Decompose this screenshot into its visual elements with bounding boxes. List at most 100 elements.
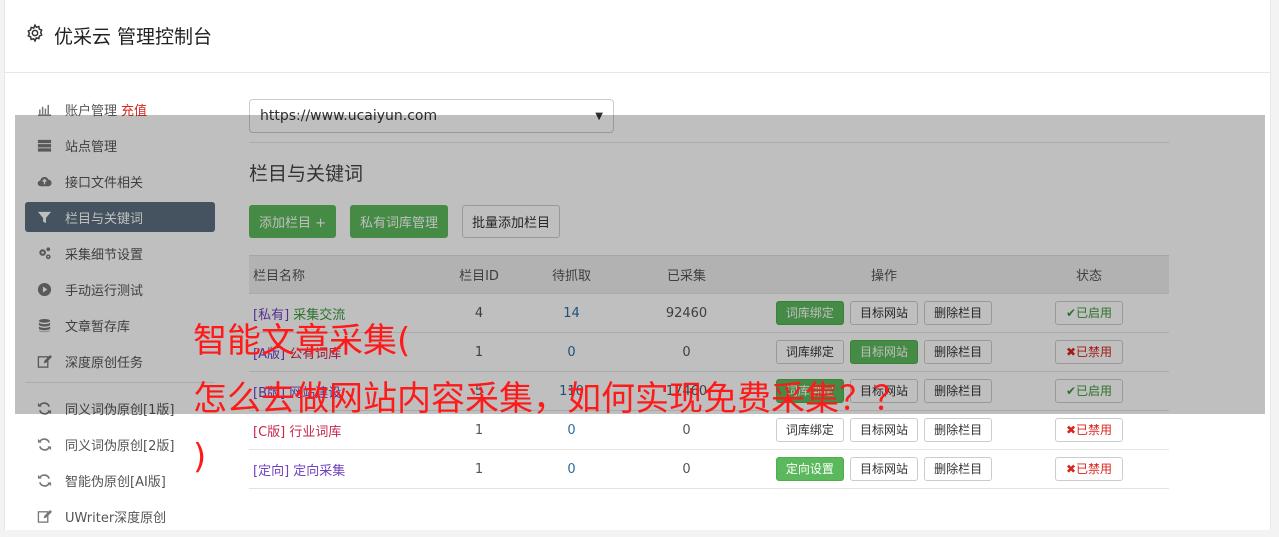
col-header-collected: 已采集 [614, 255, 759, 294]
pending-count[interactable]: 0 [529, 449, 614, 489]
status-disabled-button[interactable]: ✖已禁用 [1054, 457, 1124, 481]
col-header-status: 状态 [1009, 255, 1169, 294]
column-id: 1 [429, 332, 529, 372]
actions-cell: 词库绑定 目标网站 删除栏目 [759, 371, 1009, 411]
sidebar-item-manual-test[interactable]: 手动运行测试 [25, 274, 215, 304]
delete-column-button[interactable]: 删除栏目 [924, 340, 993, 364]
status-enabled-button[interactable]: ✔已启用 [1054, 379, 1124, 403]
status-cell: ✔已启用 [1009, 371, 1169, 411]
columns-table: 栏目名称 栏目ID 待抓取 已采集 操作 状态 [私有] 采集交流 4 14 9… [249, 255, 1169, 489]
status-disabled-button[interactable]: ✖已禁用 [1054, 418, 1124, 442]
column-name[interactable]: 公有词库 [289, 347, 341, 362]
cogs-icon [36, 245, 52, 261]
private-lib-button[interactable]: 私有词库管理 [350, 205, 449, 238]
sidebar-item-label: UWriter深度原创 [65, 510, 167, 526]
table-row: [定向] 定向采集 1 0 0 定向设置 目标网站 删除栏目 ✖已禁用 [249, 449, 1169, 489]
filter-icon [36, 209, 52, 225]
column-name-cell[interactable]: [B版] 网站建设 [249, 371, 429, 411]
edit-icon [36, 508, 52, 524]
col-header-name: 栏目名称 [249, 255, 429, 294]
top-header: 优采云 管理控制台 [5, 0, 1270, 73]
pending-count[interactable]: 14 [529, 293, 614, 333]
target-site-button[interactable]: 目标网站 [849, 457, 918, 481]
pending-count[interactable]: 0 [529, 410, 614, 450]
site-select-value: https://www.ucaiyun.com [260, 108, 438, 124]
column-tag: [C版] [253, 424, 286, 440]
sidebar-item-label: 账户管理 [65, 103, 118, 119]
add-column-button[interactable]: 添加栏目 + [249, 205, 337, 238]
main-content: https://www.ucaiyun.com ▼ 栏目与关键词 添加栏目 + … [249, 99, 1169, 489]
status-cell: ✔已启用 [1009, 293, 1169, 333]
bind-lexicon-button[interactable]: 词库绑定 [775, 379, 844, 403]
pending-count[interactable]: 0 [529, 332, 614, 372]
delete-column-button[interactable]: 删除栏目 [924, 457, 993, 481]
column-name-cell[interactable]: [定向] 定向采集 [249, 449, 429, 489]
delete-column-button[interactable]: 删除栏目 [924, 379, 993, 403]
sidebar-item-account[interactable]: 账户管理 充值 [25, 94, 215, 124]
sidebar-item-collect-settings[interactable]: 采集细节设置 [25, 238, 215, 268]
column-name-cell[interactable]: [A版] 公有词库 [249, 332, 429, 372]
column-id: 4 [429, 293, 529, 333]
status-label: 已启用 [1076, 306, 1113, 320]
sidebar-item-label: 文章暂存库 [65, 319, 131, 335]
collected-count: 0 [614, 410, 759, 450]
refresh-icon [36, 472, 52, 488]
target-site-button[interactable]: 目标网站 [849, 418, 918, 442]
table-row: [B版] 网站建设 5 110 17460 词库绑定 目标网站 删除栏目 ✔已启… [249, 371, 1169, 411]
sidebar-item-columns-keywords[interactable]: 栏目与关键词 [25, 202, 215, 232]
sidebar-item-label: 同义词伪原创[1版] [65, 402, 175, 418]
sidebar-item-ai-rewrite[interactable]: 智能伪原创[AI版] [25, 465, 215, 495]
page-title: 优采云 管理控制台 [54, 26, 213, 48]
sidebar-divider [25, 382, 215, 383]
target-site-button[interactable]: 目标网站 [849, 340, 918, 364]
sidebar-item-deep-original[interactable]: 深度原创任务 [25, 346, 215, 376]
actions-cell: 词库绑定 目标网站 删除栏目 [759, 293, 1009, 333]
sidebar-item-label: 智能伪原创[AI版] [65, 474, 166, 490]
delete-column-button[interactable]: 删除栏目 [924, 301, 993, 325]
sidebar: 账户管理 充值 站点管理 接口文件相关 栏目与关键词 采集细节设置 手动运行测试… [25, 94, 215, 537]
sidebar-item-synonym-v2[interactable]: 同义词伪原创[2版] [25, 429, 215, 459]
column-tag: [私有] [253, 307, 290, 323]
site-select[interactable]: https://www.ucaiyun.com ▼ [249, 99, 614, 133]
sidebar-item-api-files[interactable]: 接口文件相关 [25, 166, 215, 196]
chevron-down-icon: ▼ [595, 110, 603, 122]
sidebar-item-synonym-v1[interactable]: 同义词伪原创[1版] [25, 393, 215, 423]
column-name[interactable]: 定向采集 [293, 464, 345, 479]
bind-lexicon-button[interactable]: 词库绑定 [775, 418, 844, 442]
status-disabled-button[interactable]: ✖已禁用 [1054, 340, 1124, 364]
column-name[interactable]: 采集交流 [293, 308, 345, 323]
targeted-settings-button[interactable]: 定向设置 [775, 457, 844, 481]
bar-chart-icon [36, 101, 52, 117]
status-label: 已禁用 [1076, 462, 1113, 476]
column-tag: [A版] [253, 346, 286, 362]
sidebar-item-article-store[interactable]: 文章暂存库 [25, 310, 215, 340]
column-id: 1 [429, 410, 529, 450]
bind-lexicon-button[interactable]: 词库绑定 [775, 301, 844, 325]
toolbar: 添加栏目 + 私有词库管理 批量添加栏目 [249, 205, 1169, 238]
target-site-button[interactable]: 目标网站 [849, 379, 918, 403]
col-header-id: 栏目ID [429, 255, 529, 294]
status-enabled-button[interactable]: ✔已启用 [1054, 301, 1124, 325]
sidebar-item-label: 站点管理 [65, 139, 118, 155]
refresh-icon [36, 436, 52, 452]
column-tag: [B版] [253, 385, 286, 401]
app-window: 优采云 管理控制台 账户管理 充值 站点管理 接口文件相关 栏目与关键词 采集细… [4, 0, 1271, 530]
column-name[interactable]: 行业词库 [289, 425, 341, 440]
recharge-link[interactable]: 充值 [121, 100, 147, 119]
col-header-pending: 待抓取 [529, 255, 614, 294]
column-id: 1 [429, 449, 529, 489]
delete-column-button[interactable]: 删除栏目 [924, 418, 993, 442]
sidebar-item-label: 栏目与关键词 [65, 211, 144, 227]
batch-add-button[interactable]: 批量添加栏目 [462, 205, 561, 238]
sidebar-item-uwriter[interactable]: UWriter深度原创 [25, 501, 215, 531]
status-cell: ✖已禁用 [1009, 332, 1169, 372]
actions-cell: 定向设置 目标网站 删除栏目 [759, 449, 1009, 489]
column-name[interactable]: 网站建设 [289, 386, 341, 401]
column-name-cell[interactable]: [私有] 采集交流 [249, 293, 429, 333]
pending-count[interactable]: 110 [529, 371, 614, 411]
sidebar-item-sites[interactable]: 站点管理 [25, 130, 215, 160]
column-name-cell[interactable]: [C版] 行业词库 [249, 410, 429, 450]
bind-lexicon-button[interactable]: 词库绑定 [775, 340, 844, 364]
target-site-button[interactable]: 目标网站 [849, 301, 918, 325]
actions-cell: 词库绑定 目标网站 删除栏目 [759, 410, 1009, 450]
